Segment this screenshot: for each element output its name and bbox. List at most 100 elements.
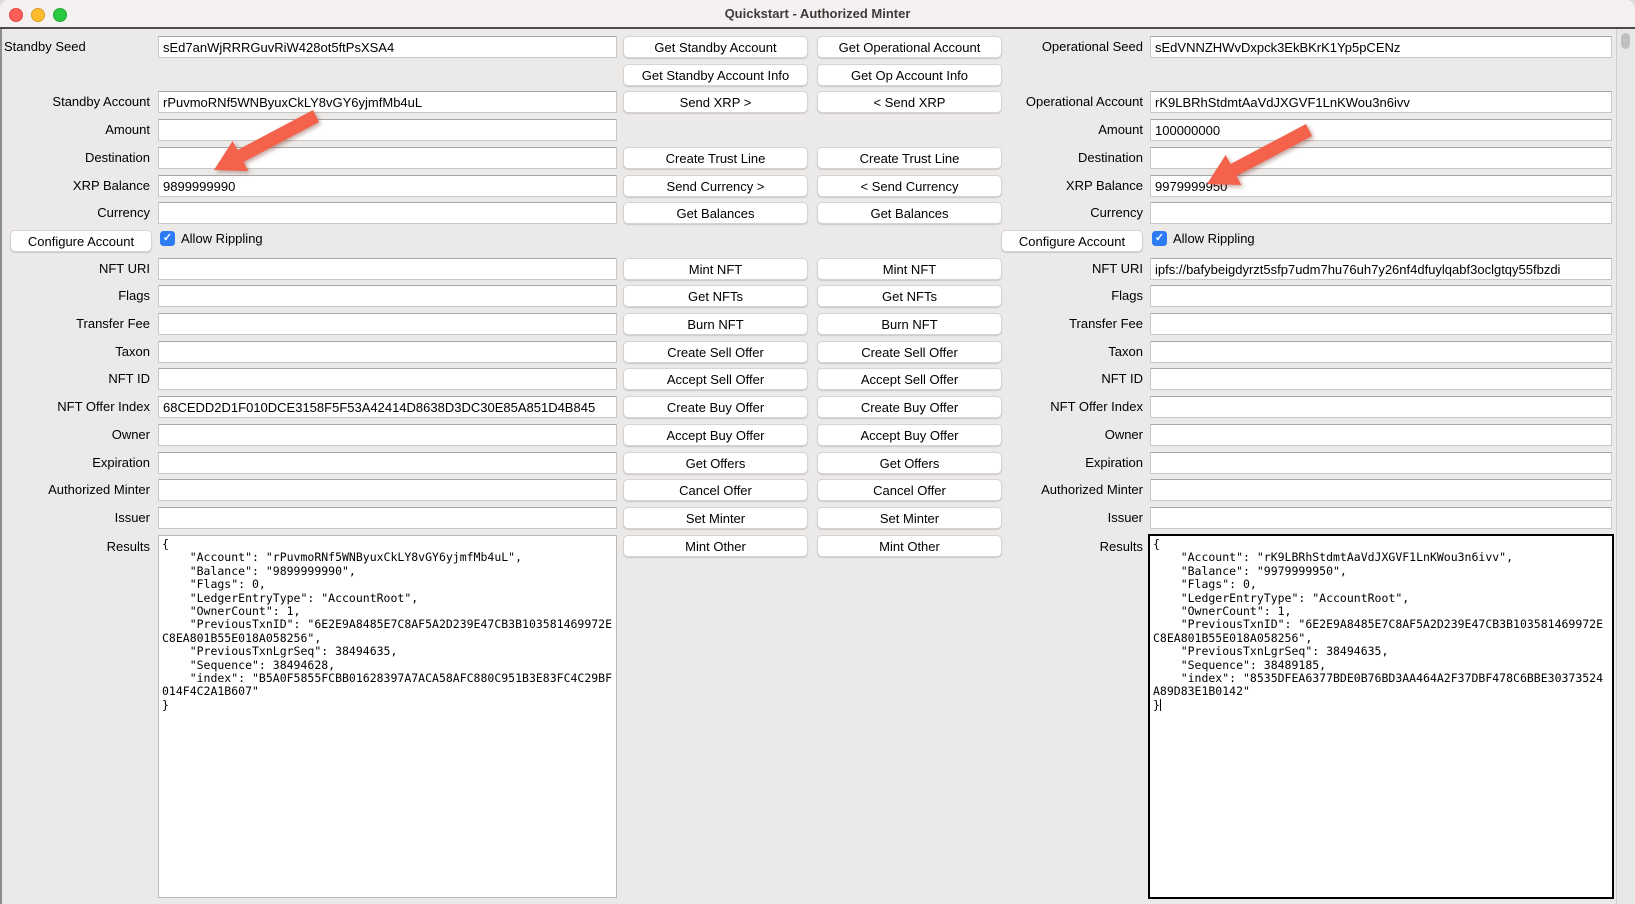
standby-field-taxon[interactable]	[158, 341, 617, 363]
operational-button-set-minter[interactable]: Set Minter	[817, 507, 1002, 529]
standby-button-get-standby-account-info[interactable]: Get Standby Account Info	[623, 64, 808, 86]
operational-label-nft-id: NFT ID	[1006, 371, 1143, 388]
operational-field-transfer-fee[interactable]	[1150, 313, 1612, 335]
standby-configure-account-button[interactable]: Configure Account	[10, 230, 152, 252]
operational-button-get-balances[interactable]: Get Balances	[817, 202, 1002, 224]
standby-label-standby-seed: Standby Seed	[4, 39, 150, 56]
operational-field-currency[interactable]	[1150, 202, 1612, 224]
operational-button-create-buy-offer[interactable]: Create Buy Offer	[817, 396, 1002, 418]
operational-label-taxon: Taxon	[1006, 344, 1143, 361]
standby-field-nft-offer-index[interactable]	[158, 396, 617, 418]
standby-allow-rippling-label: Allow Rippling	[181, 231, 263, 246]
operational-field-operational-seed[interactable]	[1150, 36, 1612, 58]
standby-button-mint-nft[interactable]: Mint NFT	[623, 258, 808, 280]
checkmark-icon: ✓	[163, 233, 172, 244]
standby-field-issuer[interactable]	[158, 507, 617, 529]
standby-button-get-balances[interactable]: Get Balances	[623, 202, 808, 224]
operational-label-transfer-fee: Transfer Fee	[1006, 316, 1143, 333]
operational-field-operational-account[interactable]	[1150, 91, 1612, 113]
standby-button-send-currency[interactable]: Send Currency >	[623, 175, 808, 197]
operational-results-textarea[interactable]: { "Account": "rK9LBRhStdmtAaVdJXGVF1LnKW…	[1148, 534, 1614, 899]
operational-button-mint-other[interactable]: Mint Other	[817, 535, 1002, 557]
operational-button-create-sell-offer[interactable]: Create Sell Offer	[817, 341, 1002, 363]
standby-field-transfer-fee[interactable]	[158, 313, 617, 335]
operational-field-flags[interactable]	[1150, 285, 1612, 307]
operational-configure-account-button[interactable]: Configure Account	[1001, 230, 1143, 252]
standby-button-cancel-offer[interactable]: Cancel Offer	[623, 479, 808, 501]
operational-button-burn-nft[interactable]: Burn NFT	[817, 313, 1002, 335]
red-arrow-operational-xrp-balance-icon	[1197, 120, 1317, 195]
operational-field-nft-offer-index[interactable]	[1150, 396, 1612, 418]
scrollbar-thumb[interactable]	[1621, 33, 1630, 49]
checkbox-checked-icon[interactable]: ✓	[1152, 231, 1167, 246]
operational-field-owner[interactable]	[1150, 424, 1612, 446]
standby-label-nft-uri: NFT URI	[4, 261, 150, 278]
standby-button-get-offers[interactable]: Get Offers	[623, 452, 808, 474]
operational-label-operational-account: Operational Account	[1006, 94, 1143, 111]
operational-field-nft-id[interactable]	[1150, 368, 1612, 390]
standby-button-get-standby-account[interactable]: Get Standby Account	[623, 36, 808, 58]
checkbox-checked-icon[interactable]: ✓	[160, 231, 175, 246]
operational-button-send-xrp[interactable]: < Send XRP	[817, 91, 1002, 113]
operational-button-get-operational-account[interactable]: Get Operational Account	[817, 36, 1002, 58]
standby-button-create-sell-offer[interactable]: Create Sell Offer	[623, 341, 808, 363]
standby-button-mint-other[interactable]: Mint Other	[623, 535, 808, 557]
standby-field-owner[interactable]	[158, 424, 617, 446]
standby-field-nft-id[interactable]	[158, 368, 617, 390]
standby-button-accept-sell-offer[interactable]: Accept Sell Offer	[623, 368, 808, 390]
operational-button-get-nfts[interactable]: Get NFTs	[817, 285, 1002, 307]
operational-label-issuer: Issuer	[1006, 510, 1143, 527]
operational-button-mint-nft[interactable]: Mint NFT	[817, 258, 1002, 280]
operational-field-expiration[interactable]	[1150, 452, 1612, 474]
operational-label-nft-offer-index: NFT Offer Index	[1006, 399, 1143, 416]
standby-button-create-buy-offer[interactable]: Create Buy Offer	[623, 396, 808, 418]
standby-label-flags: Flags	[4, 288, 150, 305]
operational-button-accept-sell-offer[interactable]: Accept Sell Offer	[817, 368, 1002, 390]
standby-button-send-xrp[interactable]: Send XRP >	[623, 91, 808, 113]
standby-label-xrp-balance: XRP Balance	[4, 178, 150, 195]
standby-button-accept-buy-offer[interactable]: Accept Buy Offer	[623, 424, 808, 446]
operational-allow-rippling-label: Allow Rippling	[1173, 231, 1255, 246]
standby-field-standby-seed[interactable]	[158, 36, 617, 58]
standby-label-amount: Amount	[4, 122, 150, 139]
standby-label-nft-id: NFT ID	[4, 371, 150, 388]
standby-field-nft-uri[interactable]	[158, 258, 617, 280]
scrollbar-track[interactable]	[1616, 29, 1635, 904]
quickstart-window: Quickstart - Authorized Minter Standby S…	[0, 0, 1635, 904]
standby-button-burn-nft[interactable]: Burn NFT	[623, 313, 808, 335]
operational-button-accept-buy-offer[interactable]: Accept Buy Offer	[817, 424, 1002, 446]
operational-button-get-offers[interactable]: Get Offers	[817, 452, 1002, 474]
standby-field-flags[interactable]	[158, 285, 617, 307]
window-left-border	[0, 29, 2, 904]
operational-button-create-trust-line[interactable]: Create Trust Line	[817, 147, 1002, 169]
standby-field-currency[interactable]	[158, 202, 617, 224]
operational-field-issuer[interactable]	[1150, 507, 1612, 529]
operational-field-nft-uri[interactable]	[1150, 258, 1612, 280]
standby-results-textarea[interactable]: { "Account": "rPuvmoRNf5WNByuxCkLY8vGY6y…	[158, 535, 617, 898]
standby-button-create-trust-line[interactable]: Create Trust Line	[623, 147, 808, 169]
operational-button-get-op-account-info[interactable]: Get Op Account Info	[817, 64, 1002, 86]
standby-allow-rippling-checkbox[interactable]: ✓ Allow Rippling	[160, 231, 263, 246]
standby-results-text: { "Account": "rPuvmoRNf5WNByuxCkLY8vGY6y…	[159, 536, 616, 714]
standby-field-expiration[interactable]	[158, 452, 617, 474]
operational-label-xrp-balance: XRP Balance	[1006, 178, 1143, 195]
operational-field-taxon[interactable]	[1150, 341, 1612, 363]
operational-results-text: { "Account": "rK9LBRhStdmtAaVdJXGVF1LnKW…	[1150, 536, 1612, 714]
operational-allow-rippling-checkbox[interactable]: ✓ Allow Rippling	[1152, 231, 1255, 246]
standby-button-set-minter[interactable]: Set Minter	[623, 507, 808, 529]
standby-label-taxon: Taxon	[4, 344, 150, 361]
operational-field-authorized-minter[interactable]	[1150, 479, 1612, 501]
standby-label-nft-offer-index: NFT Offer Index	[4, 399, 150, 416]
titlebar: Quickstart - Authorized Minter	[0, 0, 1635, 28]
standby-label-issuer: Issuer	[4, 510, 150, 527]
operational-button-send-currency[interactable]: < Send Currency	[817, 175, 1002, 197]
standby-label-standby-account: Standby Account	[4, 94, 150, 111]
operational-button-cancel-offer[interactable]: Cancel Offer	[817, 479, 1002, 501]
standby-field-authorized-minter[interactable]	[158, 479, 617, 501]
standby-button-get-nfts[interactable]: Get NFTs	[623, 285, 808, 307]
window-title: Quickstart - Authorized Minter	[0, 0, 1635, 27]
red-arrow-standby-xrp-balance-icon	[204, 106, 324, 181]
standby-results-label: Results	[4, 539, 150, 556]
operational-label-amount: Amount	[1006, 122, 1143, 139]
text-cursor	[1160, 699, 1161, 711]
